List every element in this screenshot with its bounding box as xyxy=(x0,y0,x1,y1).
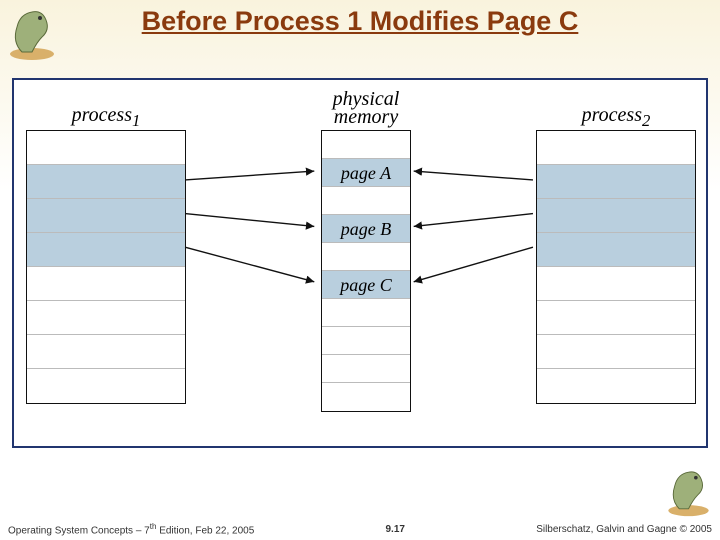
mem-slot-8 xyxy=(322,355,410,383)
process1-label: process1 xyxy=(46,104,166,131)
process1-slot-5 xyxy=(27,301,185,335)
mem-slot-6 xyxy=(322,299,410,327)
mem-slot-7 xyxy=(322,327,410,355)
footer-left: Operating System Concepts – 7th Edition,… xyxy=(8,522,254,536)
process2-slot-4 xyxy=(537,267,695,301)
process1-slot-2 xyxy=(27,199,185,233)
process2-slot-5 xyxy=(537,301,695,335)
diagram-frame: process1 physical memory process2 page A xyxy=(12,78,708,448)
physical-memory-label: physical memory xyxy=(306,90,426,126)
mem-page-b: page B xyxy=(322,215,410,243)
process1-slot-3 xyxy=(27,233,185,267)
process1-slot-1 xyxy=(27,165,185,199)
process2-slot-2 xyxy=(537,199,695,233)
mem-page-a: page A xyxy=(322,159,410,187)
process1-slot-0 xyxy=(27,131,185,165)
physical-memory-column: page A page B page C xyxy=(321,130,411,412)
process1-subscript: 1 xyxy=(132,111,140,130)
process1-column xyxy=(26,130,186,404)
slide-number: 9.17 xyxy=(386,524,405,535)
process1-slot-6 xyxy=(27,335,185,369)
slide-title: Before Process 1 Modifies Page C xyxy=(0,6,720,37)
process2-column xyxy=(536,130,696,404)
mem-slot-4 xyxy=(322,243,410,271)
process2-slot-0 xyxy=(537,131,695,165)
process2-slot-6 xyxy=(537,335,695,369)
process1-slot-7 xyxy=(27,369,185,403)
process2-label: process2 xyxy=(556,104,676,131)
process2-slot-7 xyxy=(537,369,695,403)
mem-slot-0 xyxy=(322,131,410,159)
process1-label-text: process xyxy=(72,104,132,126)
slide-footer: Operating System Concepts – 7th Edition,… xyxy=(0,518,720,540)
process2-subscript: 2 xyxy=(642,111,650,130)
memory-diagram: process1 physical memory process2 page A xyxy=(26,92,694,434)
process1-slot-4 xyxy=(27,267,185,301)
mem-slot-9 xyxy=(322,383,410,411)
process2-slot-3 xyxy=(537,233,695,267)
memory-label-line2: memory xyxy=(334,106,398,128)
mem-page-c: page C xyxy=(322,271,410,299)
mem-slot-2 xyxy=(322,187,410,215)
process2-label-text: process xyxy=(582,104,642,126)
dinosaur-logo-bottom xyxy=(661,463,716,518)
footer-right: Silberschatz, Galvin and Gagne © 2005 xyxy=(536,524,712,535)
footer-left-suffix: Edition, Feb 22, 2005 xyxy=(156,525,254,536)
footer-left-prefix: Operating System Concepts – 7 xyxy=(8,525,150,536)
process2-slot-1 xyxy=(537,165,695,199)
